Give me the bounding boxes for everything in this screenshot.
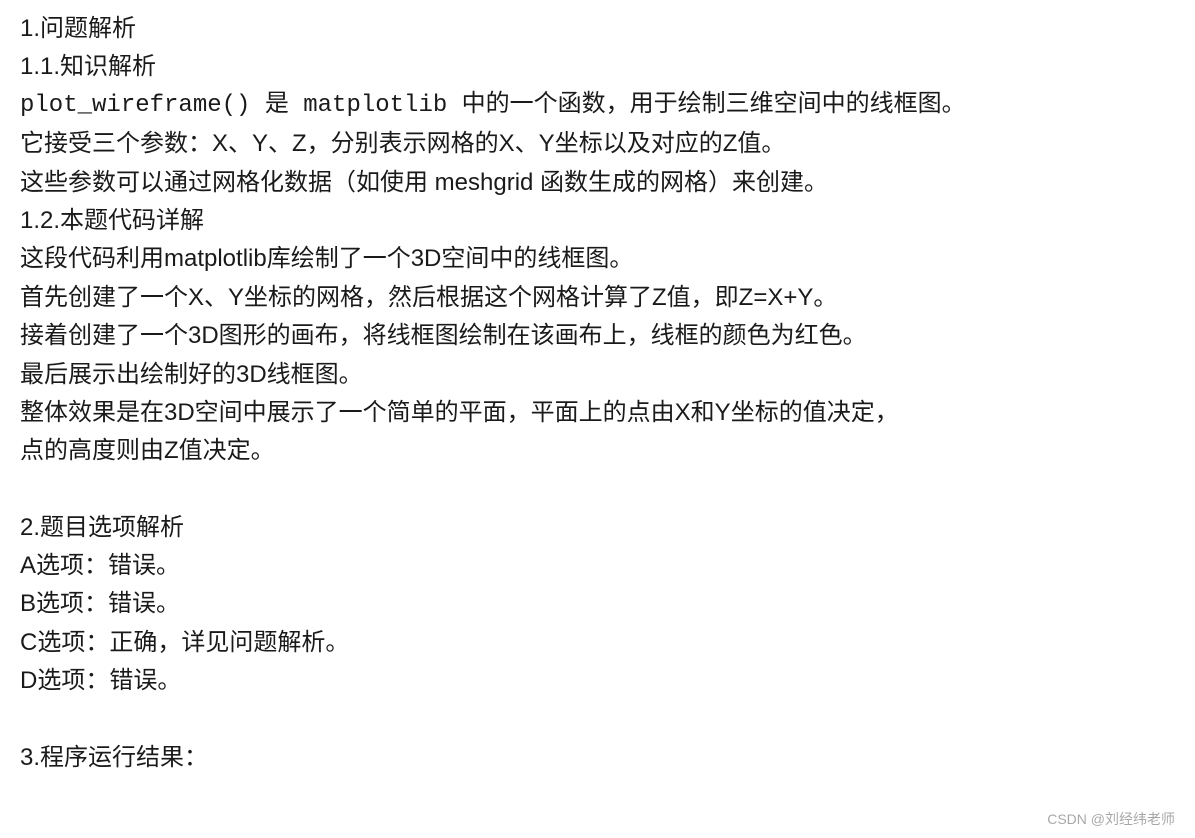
document-content: 1.问题解析 1.1.知识解析 plot_wireframe() 是 matpl… — [20, 10, 1175, 777]
blank-line — [20, 471, 1175, 509]
heading-1-1: 1.1.知识解析 — [20, 48, 1175, 86]
text-line: 它接受三个参数：X、Y、Z，分别表示网格的X、Y坐标以及对应的Z值。 — [20, 125, 1175, 163]
option-c: C选项：正确，详见问题解析。 — [20, 624, 1175, 662]
option-d: D选项：错误。 — [20, 662, 1175, 700]
watermark: CSDN @刘经纬老师 — [1047, 808, 1175, 830]
option-a: A选项：错误。 — [20, 547, 1175, 585]
text-line: 点的高度则由Z值决定。 — [20, 432, 1175, 470]
blank-line — [20, 701, 1175, 739]
text-line: 整体效果是在3D空间中展示了一个简单的平面，平面上的点由X和Y坐标的值决定， — [20, 394, 1175, 432]
text-line: 这段代码利用matplotlib库绘制了一个3D空间中的线框图。 — [20, 240, 1175, 278]
heading-1-2: 1.2.本题代码详解 — [20, 202, 1175, 240]
text-line: 最后展示出绘制好的3D线框图。 — [20, 356, 1175, 394]
text-line: 这些参数可以通过网格化数据（如使用 meshgrid 函数生成的网格）来创建。 — [20, 164, 1175, 202]
heading-3: 3.程序运行结果： — [20, 739, 1175, 777]
option-b: B选项：错误。 — [20, 585, 1175, 623]
heading-1: 1.问题解析 — [20, 10, 1175, 48]
text-line: 首先创建了一个X、Y坐标的网格，然后根据这个网格计算了Z值，即Z=X+Y。 — [20, 279, 1175, 317]
text-line: plot_wireframe() 是 matplotlib 中的一个函数，用于绘… — [20, 87, 1175, 125]
text-line: 接着创建了一个3D图形的画布，将线框图绘制在该画布上，线框的颜色为红色。 — [20, 317, 1175, 355]
heading-2: 2.题目选项解析 — [20, 509, 1175, 547]
